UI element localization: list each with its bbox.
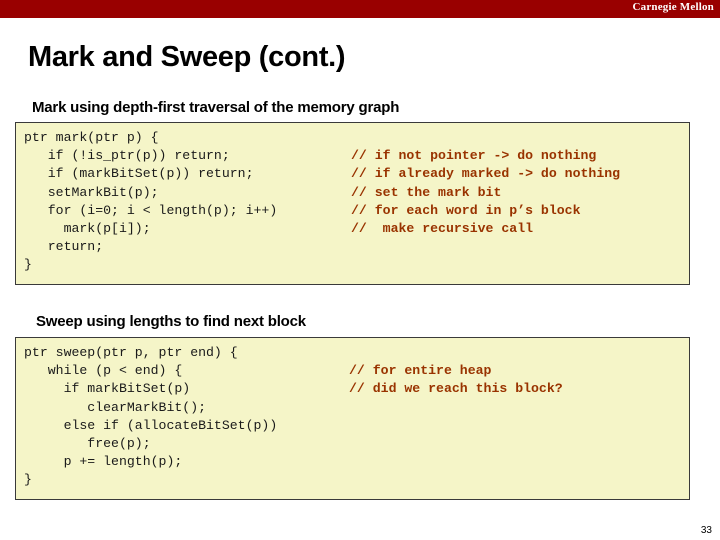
code-line-text: } — [24, 257, 32, 273]
code-line-text: clearMarkBit(); — [24, 399, 207, 415]
code-line-comment: // if already marked -> do nothing — [351, 166, 621, 182]
code-line-text: p += length(p); — [24, 454, 183, 470]
code-block-sweep: ptr sweep(ptr p, ptr end) { while (p < e… — [15, 337, 690, 500]
code-row: clearMarkBit(); — [16, 399, 689, 417]
code-line-text: if (!is_ptr(p)) return; — [24, 148, 230, 164]
code-row: } — [16, 471, 689, 489]
section-heading-sweep: Sweep using lengths to find next block — [36, 313, 306, 330]
code-line-comment: // set the mark bit — [351, 184, 502, 200]
code-line-text: } — [24, 472, 32, 488]
code-lines-sweep: ptr sweep(ptr p, ptr end) { while (p < e… — [16, 338, 689, 490]
code-line-text: if markBitSet(p) — [24, 381, 191, 397]
code-line-text: return; — [24, 239, 104, 255]
code-line-text: while (p < end) { — [24, 363, 183, 379]
code-line-comment: // for each word in p’s block — [351, 202, 581, 218]
code-line-comment: // for entire heap — [349, 363, 492, 379]
code-row: if (!is_ptr(p)) return; // if not pointe… — [16, 147, 689, 165]
code-row: setMarkBit(p); // set the mark bit — [16, 184, 689, 202]
code-row: ptr sweep(ptr p, ptr end) { — [16, 344, 689, 362]
page-number: 33 — [700, 525, 712, 536]
code-line-comment: // if not pointer -> do nothing — [351, 148, 597, 164]
code-line-text: setMarkBit(p); — [24, 184, 159, 200]
code-line-text: for (i=0; i < length(p); i++) — [24, 202, 278, 218]
code-row: p += length(p); — [16, 453, 689, 471]
code-block-mark: ptr mark(ptr p) { if (!is_ptr(p)) return… — [15, 122, 690, 285]
code-line-comment: // make recursive call — [351, 220, 534, 236]
code-line-text: ptr mark(ptr p) { — [24, 130, 159, 145]
code-row: free(p); — [16, 435, 689, 453]
code-line-text: else if (allocateBitSet(p)) — [24, 417, 278, 433]
code-lines-mark: ptr mark(ptr p) { if (!is_ptr(p)) return… — [16, 123, 689, 275]
code-row: if markBitSet(p) // did we reach this bl… — [16, 380, 689, 398]
code-line-text: mark(p[i]); — [24, 220, 151, 236]
code-row: if (markBitSet(p)) return; // if already… — [16, 165, 689, 183]
code-line-text: free(p); — [24, 435, 151, 451]
carnegie-mellon-brand-label: Carnegie Mellon — [632, 1, 714, 13]
top-banner: Carnegie Mellon — [0, 0, 720, 18]
code-row: else if (allocateBitSet(p)) — [16, 417, 689, 435]
code-line-text: ptr sweep(ptr p, ptr end) { — [24, 345, 238, 360]
code-row: } — [16, 256, 689, 274]
code-row: ptr mark(ptr p) { — [16, 129, 689, 147]
section-heading-mark: Mark using depth-first traversal of the … — [32, 99, 400, 116]
code-row: return; — [16, 238, 689, 256]
page-title: Mark and Sweep (cont.) — [28, 41, 346, 73]
code-line-comment: // did we reach this block? — [349, 381, 563, 397]
code-row: mark(p[i]); // make recursive call — [16, 220, 689, 238]
code-row: while (p < end) { // for entire heap — [16, 362, 689, 380]
code-line-text: if (markBitSet(p)) return; — [24, 166, 254, 182]
code-row: for (i=0; i < length(p); i++) // for eac… — [16, 202, 689, 220]
